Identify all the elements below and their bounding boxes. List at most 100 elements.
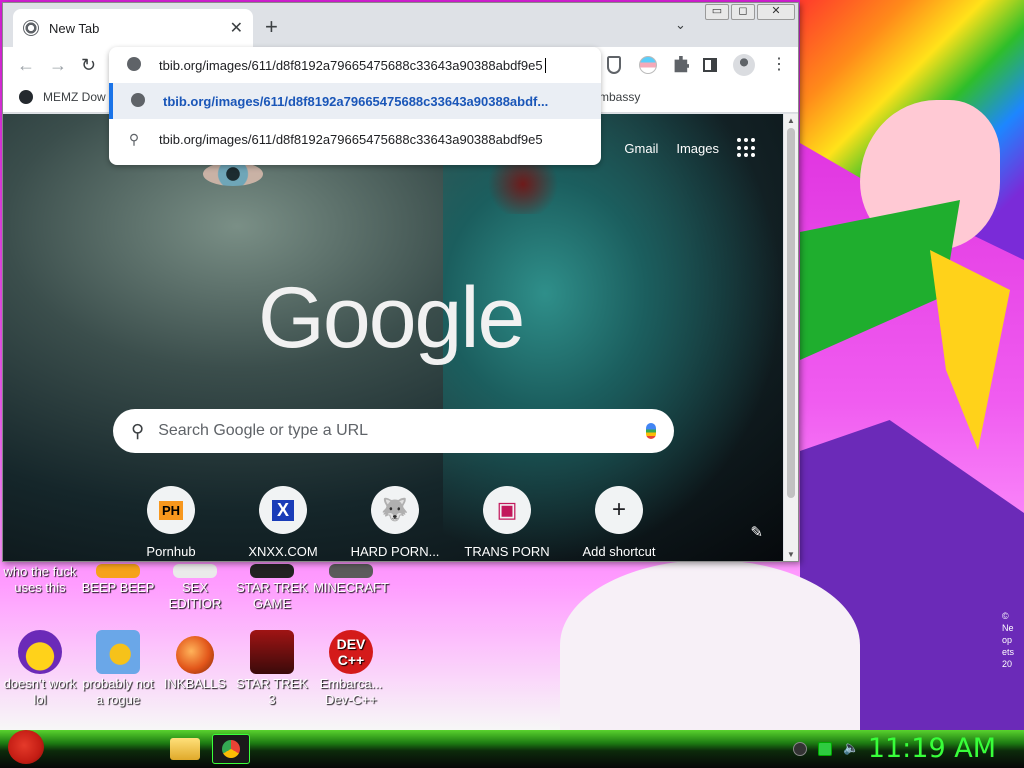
scroll-down-arrow-icon[interactable]: ▼ — [787, 550, 795, 559]
search-placeholder: Search Google or type a URL — [158, 422, 369, 439]
desktop-icon-who-uses-this[interactable]: who the fuck uses this — [0, 564, 80, 596]
desktop-icon-label: SEX EDITIOR — [168, 580, 222, 611]
customize-pencil-icon[interactable]: ✎ — [750, 523, 763, 541]
profile-avatar-icon[interactable] — [733, 54, 755, 76]
gears-app-icon — [96, 630, 140, 674]
suggestion-text: tbib.org/images/611/d8f8192a79665475688c… — [159, 131, 543, 147]
bookmark-memz[interactable]: MEMZ Dow — [19, 90, 106, 104]
ntp-search-box[interactable]: ⚲ Search Google or type a URL — [113, 409, 674, 453]
desktop-icon-label: INKBALLS — [163, 676, 227, 691]
network-icon[interactable] — [818, 742, 832, 756]
minecraft-app-icon — [329, 564, 373, 578]
chevron-down-icon[interactable]: ⌄ — [675, 17, 686, 33]
star-trek-app-icon — [250, 564, 294, 578]
menu-dots-icon[interactable]: ⋮ — [771, 55, 787, 75]
shortcut-label: TRANS PORN — [464, 544, 550, 559]
desktop-icon-beep-beep[interactable]: BEEP BEEP — [78, 564, 158, 596]
desktop-icon-label: BEEP BEEP — [81, 580, 155, 595]
apps-grid-icon[interactable] — [737, 138, 757, 158]
shortcut-add[interactable]: + Add shortcut — [563, 486, 675, 559]
pornhub-icon: PH — [147, 486, 195, 534]
bg-eye — [203, 162, 263, 186]
beep-app-icon — [96, 564, 140, 578]
forward-arrow-icon[interactable]: → — [49, 55, 67, 75]
desktop-icon-label: MINECRAFT — [313, 580, 389, 595]
address-input[interactable]: tbib.org/images/611/d8f8192a79665475688c… — [159, 57, 546, 73]
inkball-app-icon — [176, 636, 214, 674]
desktop-icon-star-trek-game[interactable]: STAR TREK GAME — [232, 564, 312, 612]
ntp-top-links: Gmail Images — [624, 138, 757, 158]
maximize-button[interactable]: ◻ — [731, 4, 755, 20]
desktop-icon-label: STAR TREK GAME — [236, 580, 308, 611]
suggestion-text: tbib.org/images/611/d8f8192a79665475688c… — [163, 93, 549, 109]
wolf-icon: 🐺 — [371, 486, 419, 534]
shortcut-pornhub[interactable]: PH Pornhub — [115, 486, 227, 559]
wallpaper-credit: © Neopets 20 — [1002, 611, 1015, 669]
tab-new-tab[interactable]: New Tab ✕ — [13, 9, 253, 47]
back-arrow-icon[interactable]: ← — [17, 55, 35, 75]
gmail-link[interactable]: Gmail — [624, 141, 658, 156]
dev-cpp-app-icon: DEV C++ — [329, 630, 373, 674]
desktop-icon-yahoo-messenger[interactable]: doesn't work lol — [0, 630, 80, 708]
address-bar[interactable]: tbib.org/images/611/d8f8192a79665475688c… — [109, 47, 601, 83]
desktop-icon-dev-cpp[interactable]: DEV C++ Embarca... Dev-C++ — [311, 630, 391, 708]
desktop-icon-sex-editior[interactable]: SEX EDITIOR — [155, 564, 235, 612]
xnxx-icon: X — [259, 486, 307, 534]
shortcut-hard-porn[interactable]: 🐺 HARD PORN... — [339, 486, 451, 559]
omnibox-suggestion-url[interactable]: tbib.org/images/611/d8f8192a79665475688c… — [109, 83, 601, 119]
wallpaper-white-fur — [560, 560, 860, 730]
desktop-icon-label: probably not a rogue — [82, 676, 154, 707]
shortcut-label: Add shortcut — [582, 544, 656, 559]
taskbar: 🔈 11:19 AM — [0, 730, 1024, 768]
editor-app-icon — [173, 564, 217, 578]
desktop-icon-label: who the fuck uses this — [3, 564, 77, 595]
images-link[interactable]: Images — [676, 141, 719, 156]
desktop-icon-star-trek-3[interactable]: STAR TREK 3 — [232, 630, 312, 708]
desktop-icon-label: doesn't work lol — [3, 676, 77, 707]
tray-back-icon[interactable] — [793, 742, 807, 756]
desktop-icon-rogue[interactable]: probably not a rogue — [78, 630, 158, 708]
omnibox-suggestion-search[interactable]: ⚲ tbib.org/images/611/d8f8192a7966547568… — [109, 121, 601, 157]
shortcut-label: Pornhub — [146, 544, 196, 559]
shield-icon[interactable] — [607, 56, 621, 74]
bookmark-label: MEMZ Dow — [43, 90, 106, 104]
side-panel-icon[interactable] — [703, 58, 717, 72]
tab-title: New Tab — [49, 20, 100, 36]
taskbar-clock[interactable]: 11:19 AM — [868, 733, 996, 764]
bookmark-embassy[interactable]: mbassy — [599, 90, 640, 104]
browser-window: New Tab ✕ + ⌄ ▭ ◻ ✕ ← → ↻ ⋮ MEMZ Dow mba… — [2, 2, 799, 562]
microphone-icon[interactable] — [646, 423, 656, 439]
yahoo-messenger-icon — [18, 630, 62, 674]
plus-icon: + — [595, 486, 643, 534]
volume-icon[interactable]: 🔈 — [843, 741, 859, 755]
shortcut-label: HARD PORN... — [350, 544, 440, 559]
minimize-button[interactable]: ▭ — [705, 4, 729, 20]
shortcut-label: XNXX.COM — [248, 544, 318, 559]
vertical-scrollbar[interactable]: ▲ ▼ — [784, 114, 798, 561]
shortcut-trans-porn[interactable]: ▣ TRANS PORN — [451, 486, 563, 559]
star-wars-app-icon — [250, 630, 294, 674]
search-icon: ⚲ — [128, 130, 140, 147]
puzzle-icon[interactable] — [674, 56, 689, 73]
scroll-up-arrow-icon[interactable]: ▲ — [787, 116, 795, 125]
google-logo: Google — [258, 270, 525, 366]
file-explorer-taskbar-icon[interactable] — [170, 738, 200, 760]
close-icon[interactable]: ✕ — [230, 18, 243, 38]
start-button-angry-bird-icon[interactable] — [8, 730, 44, 764]
flag-extension-icon[interactable] — [639, 56, 657, 74]
search-icon: ⚲ — [131, 420, 145, 441]
desktop-icon-label: Embarca... Dev-C++ — [319, 676, 383, 707]
reload-icon[interactable]: ↻ — [81, 55, 96, 75]
shortcut-xnxx[interactable]: X XNXX.COM — [227, 486, 339, 559]
scrollbar-thumb[interactable] — [787, 128, 795, 498]
chrome-taskbar-icon[interactable] — [212, 734, 250, 764]
new-tab-button[interactable]: + — [265, 16, 278, 38]
omnibox-dropdown: tbib.org/images/611/d8f8192a79665475688c… — [109, 47, 601, 165]
desktop-icon-inkballs[interactable]: INKBALLS — [155, 630, 235, 692]
window-close-button[interactable]: ✕ — [757, 4, 795, 20]
globe-icon — [109, 56, 159, 74]
trans-site-icon: ▣ — [483, 486, 531, 534]
new-tab-page-background: Gmail Images Google ⚲ Search Google or t… — [3, 114, 783, 561]
desktop-icon-minecraft[interactable]: MINECRAFT — [311, 564, 391, 596]
globe-icon — [113, 92, 163, 110]
